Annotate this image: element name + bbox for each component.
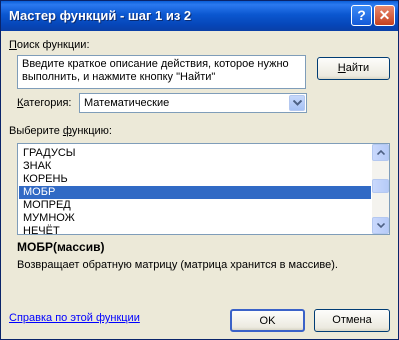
category-select[interactable]: Математические [79, 93, 307, 113]
help-icon[interactable]: ? [351, 5, 372, 26]
search-label: Поиск функции: [9, 39, 90, 51]
title-bar[interactable]: Мастер функций - шаг 1 из 2 ? ✕ [1, 1, 398, 31]
function-list-label: Выберите функцию: [9, 125, 112, 137]
list-item[interactable]: МОПРЕД [19, 199, 371, 212]
category-label: Категория: [17, 97, 72, 109]
ok-button[interactable]: OK [230, 309, 305, 332]
scroll-down-icon[interactable] [372, 217, 389, 234]
function-signature: МОБР(массив) [17, 240, 105, 254]
function-wizard-dialog: Мастер функций - шаг 1 из 2 ? ✕ Поиск фу… [0, 0, 399, 340]
scroll-up-icon[interactable] [372, 144, 389, 161]
search-input[interactable]: Введите краткое описание действия, котор… [17, 55, 306, 89]
list-scrollbar[interactable] [372, 144, 389, 234]
close-icon[interactable]: ✕ [374, 5, 395, 26]
category-value: Математические [84, 97, 170, 109]
help-link[interactable]: Справка по этой функции [9, 312, 140, 324]
window-title: Мастер функций - шаг 1 из 2 [9, 8, 192, 23]
scroll-thumb[interactable] [372, 179, 389, 193]
find-button[interactable]: Найти [317, 57, 390, 80]
list-item-selected[interactable]: МОБР [19, 186, 371, 199]
cancel-button[interactable]: Отмена [314, 309, 390, 332]
list-item[interactable]: КОРЕНЬ [19, 173, 371, 186]
chevron-down-icon[interactable] [289, 95, 305, 111]
list-item[interactable]: МУМНОЖ [19, 212, 371, 225]
list-item[interactable]: ГРАДУСЫ [19, 147, 371, 160]
function-description: Возвращает обратную матрицу (матрица хра… [17, 259, 338, 271]
list-item[interactable]: НЕЧЁТ [19, 225, 371, 234]
list-item[interactable]: ЗНАК [19, 160, 371, 173]
function-list[interactable]: ГРАДУСЫ ЗНАК КОРЕНЬ МОБР МОПРЕД МУМНОЖ Н… [17, 143, 390, 235]
